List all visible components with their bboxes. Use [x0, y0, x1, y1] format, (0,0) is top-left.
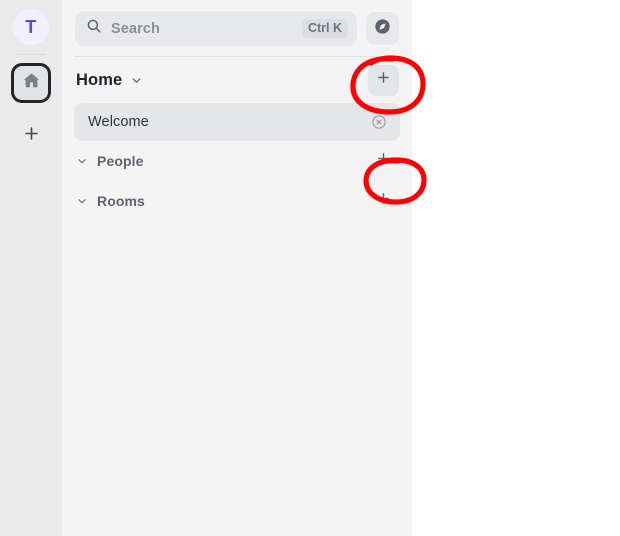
- rail-divider: [16, 54, 46, 55]
- sidebar-item-home[interactable]: [11, 63, 51, 103]
- explore-public-rooms-button[interactable]: [366, 12, 399, 45]
- room-list: Welcome: [62, 103, 412, 141]
- sidebar-section-people[interactable]: People: [62, 141, 412, 181]
- sidebar-section-label: Rooms: [97, 193, 145, 209]
- search-placeholder: Search: [111, 20, 160, 37]
- sidebar-section-rooms[interactable]: Rooms: [62, 181, 412, 221]
- search-shortcut-badge: Ctrl K: [301, 18, 348, 39]
- home-add-button[interactable]: [368, 64, 399, 96]
- avatar[interactable]: T: [13, 9, 49, 45]
- plus-icon: [376, 191, 391, 211]
- home-icon: [22, 71, 41, 95]
- search-icon: [86, 18, 102, 39]
- page-title: Home: [76, 70, 123, 89]
- avatar-initial: T: [25, 17, 37, 37]
- chevron-down-icon[interactable]: [76, 155, 90, 167]
- people-add-button[interactable]: [368, 146, 399, 177]
- space-rail: T: [0, 0, 62, 536]
- list-item[interactable]: Welcome: [74, 103, 400, 141]
- chevron-down-icon[interactable]: [76, 195, 90, 207]
- sidebar-panel: Search Ctrl K Home Welcome People Rooms: [62, 0, 412, 536]
- app-window: T Search Ctrl K Home Welcome People Room…: [0, 0, 620, 536]
- plus-icon: [23, 125, 40, 142]
- chevron-down-icon[interactable]: [130, 74, 143, 87]
- plus-icon: [376, 70, 391, 90]
- compass-icon: [373, 17, 392, 41]
- plus-icon: [376, 151, 391, 171]
- sidebar-header: Home: [62, 57, 412, 103]
- sidebar-section-label: People: [97, 153, 144, 169]
- close-circle-icon[interactable]: [369, 112, 389, 132]
- room-name: Welcome: [88, 114, 149, 130]
- search-input[interactable]: Search Ctrl K: [75, 11, 357, 46]
- search-row: Search Ctrl K: [62, 0, 412, 46]
- rooms-add-button[interactable]: [368, 186, 399, 217]
- add-space-button[interactable]: [11, 113, 51, 153]
